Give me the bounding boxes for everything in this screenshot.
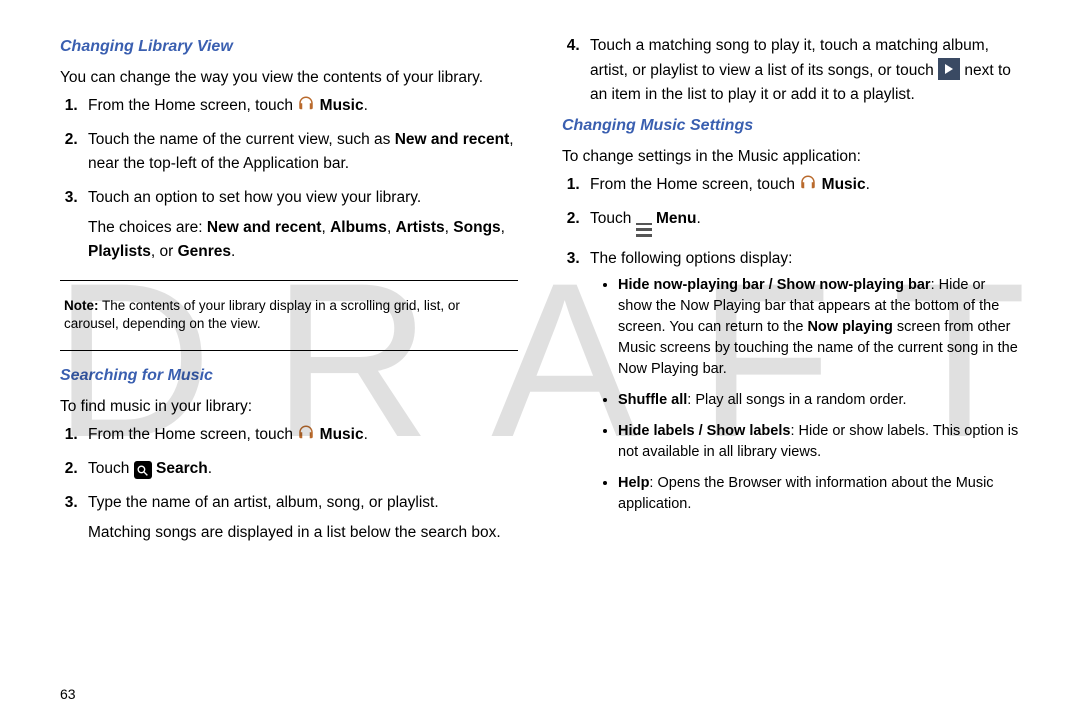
right-column: Touch a matching song to play it, touch … bbox=[562, 30, 1020, 555]
bullet-help: Help: Opens the Browser with information… bbox=[618, 473, 1020, 515]
divider bbox=[60, 350, 518, 351]
music-icon bbox=[297, 424, 315, 442]
step-3: Touch an option to set how you view your… bbox=[82, 186, 518, 264]
music-icon bbox=[297, 95, 315, 113]
steps-list: From the Home screen, touch Music. Touch… bbox=[82, 94, 518, 264]
step-4: Touch a matching song to play it, touch … bbox=[584, 34, 1020, 107]
two-column-layout: Changing Library View You can change the… bbox=[60, 30, 1020, 555]
bullet-now-playing: Hide now-playing bar / Show now-playing … bbox=[618, 275, 1020, 380]
music-icon bbox=[799, 174, 817, 192]
steps-list: From the Home screen, touch Music. Touch… bbox=[584, 173, 1020, 515]
note-box: Note: The contents of your library displ… bbox=[60, 297, 518, 333]
step-2: Touch Menu. bbox=[584, 207, 1020, 237]
intro-text: To find music in your library: bbox=[60, 395, 518, 419]
heading-music-settings: Changing Music Settings bbox=[562, 117, 1020, 135]
heading-searching-music: Searching for Music bbox=[60, 367, 518, 385]
step-2: Touch Search. bbox=[82, 457, 518, 481]
intro-text: You can change the way you view the cont… bbox=[60, 66, 518, 90]
page-number: 63 bbox=[60, 686, 76, 702]
divider bbox=[60, 280, 518, 281]
step-3: Type the name of an artist, album, song,… bbox=[82, 491, 518, 545]
step-1: From the Home screen, touch Music. bbox=[82, 94, 518, 118]
intro-text: To change settings in the Music applicat… bbox=[562, 145, 1020, 169]
step-1: From the Home screen, touch Music. bbox=[82, 423, 518, 447]
choices-text: The choices are: New and recent, Albums,… bbox=[88, 216, 518, 264]
options-bullets: Hide now-playing bar / Show now-playing … bbox=[618, 275, 1020, 515]
manual-page: DRAFT Changing Library View You can chan… bbox=[0, 0, 1080, 720]
heading-changing-library-view: Changing Library View bbox=[60, 38, 518, 56]
play-arrow-icon bbox=[938, 58, 960, 80]
steps-list: From the Home screen, touch Music. Touch… bbox=[82, 423, 518, 545]
match-text: Matching songs are displayed in a list b… bbox=[88, 521, 518, 545]
menu-icon bbox=[636, 223, 652, 237]
left-column: Changing Library View You can change the… bbox=[60, 30, 518, 555]
bullet-labels: Hide labels / Show labels: Hide or show … bbox=[618, 421, 1020, 463]
bullet-shuffle: Shuffle all: Play all songs in a random … bbox=[618, 390, 1020, 411]
step-1: From the Home screen, touch Music. bbox=[584, 173, 1020, 197]
search-icon bbox=[134, 461, 152, 479]
steps-list-continued: Touch a matching song to play it, touch … bbox=[584, 34, 1020, 107]
step-3: The following options display: Hide now-… bbox=[584, 247, 1020, 515]
step-2: Touch the name of the current view, such… bbox=[82, 128, 518, 176]
